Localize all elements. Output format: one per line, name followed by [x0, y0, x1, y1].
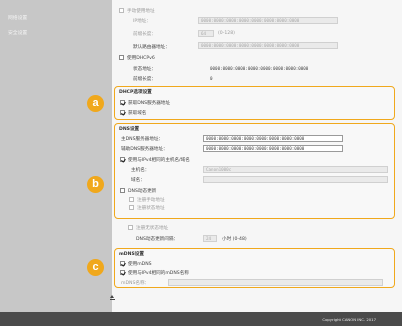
manual-address-label: 手动使用地址: [127, 9, 155, 14]
callout-badge-a: a: [87, 95, 104, 112]
dhcpv6-checkbox[interactable]: [119, 55, 124, 60]
get-dns-label: 获取DNS服务器地址: [128, 101, 171, 106]
callout-badge-c: c: [87, 259, 104, 276]
ip-address-field[interactable]: 0000:0000:0000:0000:0000:0000:0000:0000: [198, 17, 338, 24]
prefix-length-field[interactable]: 64: [198, 30, 214, 37]
copyright-text: Copyright CANON INC. 2017: [322, 317, 376, 322]
update-interval-unit: 小时 (0-48): [222, 237, 247, 242]
register-stateful-label: 注册状态地址: [137, 206, 165, 211]
prefix-length-label: 前缀长度：: [133, 32, 156, 37]
use-mdns-checkbox[interactable]: [120, 261, 125, 266]
use-same-mdns-label: 使用与IPv4相同的mDNS名称: [128, 271, 189, 276]
callout-badge-b: b: [87, 176, 104, 193]
host-name-label: 主机名：: [131, 168, 150, 173]
primary-dns-field[interactable]: 0000:0000:0000:0000:0000:0000:0000:0000: [203, 135, 343, 142]
manual-address-checkbox[interactable]: [119, 8, 124, 13]
secondary-dns-label: 辅助DNS服务器地址：: [121, 147, 168, 152]
default-gateway-field[interactable]: 0000:0000:0000:0000:0000:0000:0000:0000: [198, 42, 338, 49]
secondary-dns-field[interactable]: 0000:0000:0000:0000:0000:0000:0000:0000: [203, 145, 343, 152]
ip-address-label: IP地址：: [133, 19, 151, 24]
sidebar-item-network[interactable]: 网络设置: [8, 14, 27, 21]
stateful-prefix-value: 0: [210, 76, 213, 81]
dhcpv6-label: 使用DHCPv6: [127, 56, 155, 61]
register-stateless-checkbox[interactable]: [128, 225, 133, 230]
prefix-length-range: (0-128): [218, 31, 235, 36]
get-domain-label: 获取域名: [128, 111, 147, 116]
mdns-settings-title: mDNS设置: [119, 252, 144, 257]
host-name-field[interactable]: Canon1000c: [203, 166, 388, 173]
use-same-mdns-checkbox[interactable]: [120, 270, 125, 275]
dns-settings-group: DNS设置 主DNS服务器地址： 0000:0000:0000:0000:000…: [114, 123, 395, 219]
dns-settings-title: DNS设置: [119, 127, 140, 132]
dns-dynamic-update-checkbox[interactable]: [120, 188, 125, 193]
register-manual-checkbox[interactable]: [129, 197, 134, 202]
primary-dns-label: 主DNS服务器地址：: [121, 137, 164, 142]
stateful-address-label: 状态地址：: [133, 67, 156, 72]
get-dns-checkbox[interactable]: [120, 100, 125, 105]
register-stateless-label: 注册无状态地址: [136, 226, 169, 231]
update-interval-label: DNS动态更新间隔：: [136, 237, 179, 242]
default-gateway-label: 默认路由器地址：: [133, 45, 170, 50]
domain-name-field[interactable]: [203, 176, 388, 183]
use-mdns-label: 使用mDNS: [128, 262, 152, 267]
domain-name-label: 域名：: [131, 178, 145, 183]
register-stateful-checkbox[interactable]: [129, 205, 134, 210]
update-interval-field[interactable]: 24: [203, 235, 217, 242]
dns-dynamic-update-label: DNS动态更新: [128, 189, 157, 194]
mdns-settings-group: mDNS设置 使用mDNS 使用与IPv4相同的mDNS名称 mDNS名称：: [114, 248, 395, 288]
scroll-top-icon[interactable]: [109, 295, 115, 300]
mdns-name-field[interactable]: [168, 279, 383, 286]
footer: Copyright CANON INC. 2017: [0, 312, 402, 326]
register-manual-label: 注册手动地址: [137, 198, 165, 203]
mdns-name-label: mDNS名称：: [121, 281, 150, 286]
stateful-prefix-label: 前缀长度：: [133, 77, 156, 82]
dhcp-options-group: DHCP选项设置 获取DNS服务器地址 获取域名: [114, 86, 395, 120]
use-same-host-checkbox[interactable]: [120, 157, 125, 162]
stateful-address-value: 0000:0000:0000:0000:0000:0000:0000:0000: [210, 66, 309, 71]
dhcp-options-title: DHCP选项设置: [119, 90, 152, 95]
sidebar-item-security[interactable]: 安全设置: [8, 29, 27, 36]
use-same-host-label: 使用与IPv4相同的主机名/域名: [128, 158, 190, 163]
get-domain-checkbox[interactable]: [120, 110, 125, 115]
